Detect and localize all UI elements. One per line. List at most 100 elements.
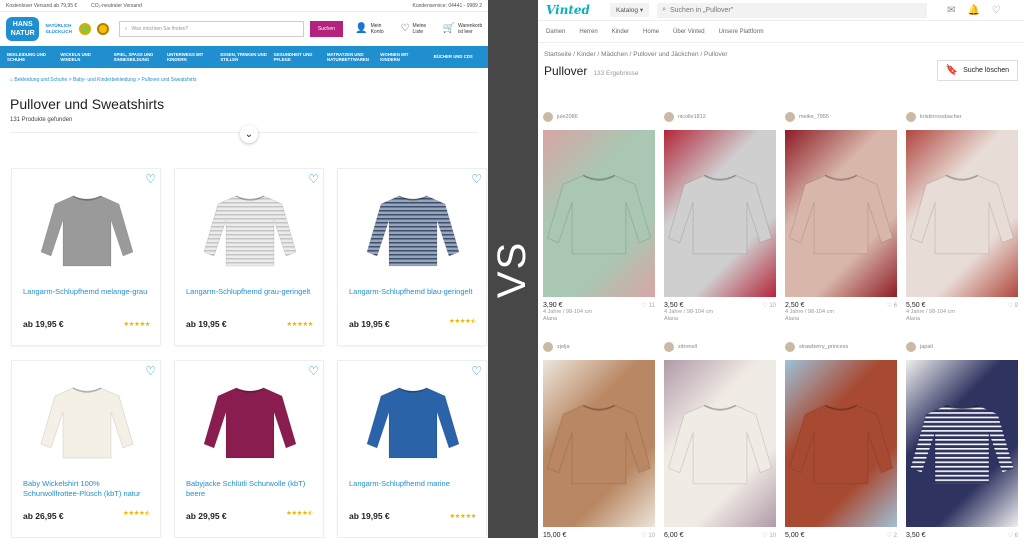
item-photo[interactable] — [664, 360, 776, 527]
avatar[interactable] — [785, 112, 795, 122]
item-photo[interactable] — [543, 360, 655, 527]
seller-name[interactable]: meike_7955 — [799, 114, 829, 120]
product-name[interactable]: Langarm-Schlupfhemd blau-geringelt — [349, 287, 479, 297]
item-photo[interactable] — [664, 130, 776, 297]
home-icon[interactable]: ⌂ — [10, 77, 13, 83]
product-name[interactable]: Langarm-Schlupfhemd melange-grau — [23, 287, 153, 297]
product-name[interactable]: Langarm-Schlupfhemd marine — [349, 479, 479, 489]
likes-count[interactable]: ♡ 11 — [642, 302, 655, 309]
catalog-dropdown[interactable]: Katalog ▾ — [609, 3, 650, 17]
product-image[interactable] — [195, 379, 305, 465]
product-image[interactable] — [358, 187, 468, 273]
seller-name[interactable]: kristinrossbacher — [920, 114, 962, 120]
avatar[interactable] — [906, 342, 916, 352]
likes-count[interactable]: ♡ 9 — [1008, 302, 1018, 309]
nav-item[interactable]: Unsere Plattform — [719, 29, 764, 35]
item-photo[interactable] — [785, 360, 897, 527]
chevron-down-icon[interactable]: ⌄ — [240, 125, 258, 143]
heart-icon[interactable]: ♡ — [471, 365, 482, 377]
breadcrumb[interactable]: ⌂ Bekleidung und Schuhe > Baby- und Kind… — [0, 68, 488, 88]
likes-count[interactable]: ♡ 2 — [887, 532, 897, 538]
item-card[interactable]: japali 3,50 € ♡ 6 — [906, 340, 1018, 538]
item-card[interactable]: zjelja 15,00 € ♡ 10 — [543, 340, 655, 538]
item-photo[interactable] — [543, 130, 655, 297]
item-card[interactable]: jule2086 3,90 € ♡ 11 4 Jahre / 98-104 cm Ala… — [543, 110, 655, 322]
account-link[interactable]: 👤 Mein Konto — [355, 23, 388, 35]
item-photo[interactable] — [906, 130, 1018, 297]
product-image[interactable] — [358, 379, 468, 465]
breadcrumb[interactable]: Startseite / Kinder / Mädchen / Pullover… — [538, 43, 1024, 58]
heart-icon[interactable]: ♡ — [308, 365, 319, 377]
bell-icon[interactable]: 🔔 — [967, 5, 979, 16]
item-photo[interactable] — [906, 360, 1018, 527]
seller-name[interactable]: zitronell — [678, 344, 697, 350]
nav-item[interactable]: Unterwegs mit Kindern — [164, 52, 217, 63]
product-image[interactable] — [32, 187, 142, 273]
avatar[interactable] — [543, 342, 553, 352]
product-name[interactable]: Babyjacke Schlütli Schurwolle (kbT) beer… — [186, 479, 316, 499]
nav-item[interactable]: Gesundheit und Pflege — [271, 52, 324, 63]
nav-item[interactable]: Spiel, Spaß und Sinnesbildung — [111, 52, 164, 63]
nav-item[interactable]: Bekleidung und Schuhe — [4, 52, 57, 63]
likes-count[interactable]: ♡ 10 — [762, 532, 776, 538]
search-input[interactable]: ⌕ Suchen in „Pullover" — [657, 2, 928, 18]
product-card[interactable]: ♡ Langarm-Schlupfhemd marine ab 19,95 € ★★★… — [337, 360, 487, 538]
product-card[interactable]: ♡ Langarm-Schlupfhemd blau-geringelt ab 19… — [337, 168, 487, 346]
seller-name[interactable]: japali — [920, 344, 933, 350]
item-seller[interactable]: jule2086 — [543, 110, 655, 124]
save-search-button[interactable]: 🔖 Suche löschen — [936, 60, 1018, 81]
item-seller[interactable]: nicolle1812 — [664, 110, 776, 124]
item-seller[interactable]: strawberry_princess — [785, 340, 897, 354]
vinted-logo[interactable]: Vinted — [546, 3, 590, 17]
heart-icon[interactable]: ♡ — [145, 365, 156, 377]
item-card[interactable]: strawberry_princess 5,00 € ♡ 2 — [785, 340, 897, 538]
nav-item[interactable]: Herren — [579, 29, 597, 35]
likes-count[interactable]: ♡ 10 — [641, 532, 655, 538]
heart-icon[interactable]: ♡ — [887, 533, 894, 538]
heart-icon[interactable]: ♡ — [992, 5, 1001, 16]
item-card[interactable]: kristinrossbacher 5,50 € ♡ 9 4 Jahre / 98-1… — [906, 110, 1018, 322]
nav-item[interactable]: Über Vinted — [673, 29, 705, 35]
search-button[interactable]: Suchen — [309, 21, 344, 37]
product-name[interactable]: Langarm-Schlupfhemd grau-geringelt — [186, 287, 316, 297]
nav-item[interactable]: Home — [643, 29, 659, 35]
product-image[interactable] — [32, 379, 142, 465]
heart-icon[interactable]: ♡ — [145, 173, 156, 185]
avatar[interactable] — [785, 342, 795, 352]
product-image[interactable] — [195, 187, 305, 273]
seller-name[interactable]: strawberry_princess — [799, 344, 848, 350]
heart-icon[interactable]: ♡ — [887, 303, 894, 309]
item-seller[interactable]: zjelja — [543, 340, 655, 354]
item-seller[interactable]: japali — [906, 340, 1018, 354]
seller-name[interactable]: nicolle1812 — [678, 114, 706, 120]
likes-count[interactable]: ♡ 6 — [1008, 532, 1018, 538]
heart-icon[interactable]: ♡ — [642, 303, 649, 309]
nav-item[interactable]: Damen — [546, 29, 565, 35]
heart-icon[interactable]: ♡ — [1008, 303, 1015, 309]
item-seller[interactable]: meike_7955 — [785, 110, 897, 124]
avatar[interactable] — [543, 112, 553, 122]
heart-icon[interactable]: ♡ — [471, 173, 482, 185]
item-card[interactable]: zitronell 6,00 € ♡ 10 — [664, 340, 776, 538]
item-seller[interactable]: zitronell — [664, 340, 776, 354]
wishlist-link[interactable]: ♡ Meine Liste — [401, 23, 431, 35]
heart-icon[interactable]: ♡ — [308, 173, 319, 185]
nav-item[interactable]: Wickeln und Windeln — [57, 52, 110, 63]
product-card[interactable]: ♡ Baby Wickelshirt 100% Schurwollfrottee-… — [11, 360, 161, 538]
item-card[interactable]: nicolle1812 3,50 € ♡ 10 4 Jahre / 98-104 cm… — [664, 110, 776, 322]
likes-count[interactable]: ♡ 6 — [887, 302, 897, 309]
mail-icon[interactable]: ✉ — [947, 5, 955, 16]
seller-name[interactable]: jule2086 — [557, 114, 578, 120]
nav-item[interactable]: Kinder — [612, 29, 629, 35]
product-card[interactable]: ♡ Babyjacke Schlütli Schurwolle (kbT) bee… — [174, 360, 324, 538]
item-card[interactable]: meike_7955 2,50 € ♡ 6 4 Jahre / 98-104 cm Al… — [785, 110, 897, 322]
nav-item[interactable]: Matratzen und Naturbettwaren — [324, 52, 377, 63]
product-card[interactable]: ♡ Langarm-Schlupfhemd melange-grau ab 19,9… — [11, 168, 161, 346]
likes-count[interactable]: ♡ 10 — [762, 302, 776, 309]
hans-natur-logo[interactable]: HANS NATUR — [6, 17, 40, 41]
nav-item[interactable]: Wohnen mit Kindern — [377, 52, 430, 63]
heart-icon[interactable]: ♡ — [1008, 533, 1015, 538]
seller-name[interactable]: zjelja — [557, 344, 570, 350]
item-seller[interactable]: kristinrossbacher — [906, 110, 1018, 124]
nav-item[interactable]: Essen, Trinken und Stillen — [217, 52, 270, 63]
